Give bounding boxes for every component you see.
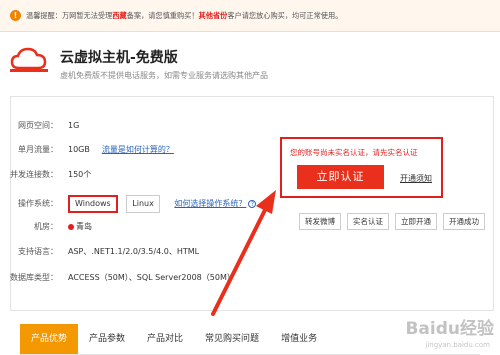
warning-icon: ! [10,10,21,21]
baidu-watermark: Baidu经验 [405,319,494,339]
spec-label: 网页空间： [18,121,58,130]
auth-message: 您的账号尚未实名认证，请先实名认证 [290,148,418,157]
page-title: 云虚拟主机-免费版 [60,50,178,66]
step-real-name-auth[interactable]: 实名认证 [347,213,389,230]
spec-value: 150个 [68,170,92,179]
verify-now-button[interactable]: 立即认证 [297,165,384,189]
spec-value: 青岛 [76,222,92,231]
spec-label: 支持语言： [18,247,58,256]
spec-value: ACCESS（50M）、SQL Server2008（50M） [68,273,235,282]
spec-row-datacenter: 机房： 青岛 [0,220,92,234]
notice-middle: 备案，请您慎重购买！ [126,10,199,20]
traffic-help-link[interactable]: 流量是如何计算的？ [102,145,174,154]
notice-prefix: 温馨提醒：万网暂无法受理 [26,10,113,20]
spec-row-os: 操作系统： Windows Linux 如何选择操作系统？? [0,193,257,215]
cloud-icon [10,47,48,72]
os-help-link[interactable]: 如何选择操作系统？ [174,199,246,208]
activation-steps: 转发微博 实名认证 立即开通 开通成功 [299,213,485,230]
spec-label: 并发连接数： [10,170,58,179]
notice-highlight-other: 其他省份 [198,10,228,20]
tab-faq[interactable]: 常见购买问题 [194,324,270,354]
spec-label: 机房： [34,222,58,231]
spec-label: 单月流量： [18,145,58,154]
spec-value: ASP、.NET1.1/2.0/3.5/4.0、HTML [68,247,200,256]
step-activation-success[interactable]: 开通成功 [443,213,485,230]
spec-label: 操作系统： [18,199,58,208]
notice-suffix: 客户请您放心购买，均可正常使用。 [227,10,343,20]
spec-value: 1G [68,121,80,130]
radio-selected-icon[interactable] [68,223,74,230]
step-activate-now[interactable]: 立即开通 [395,213,437,230]
notice-highlight-region: 西藏 [112,10,127,20]
tab-comparison[interactable]: 产品对比 [136,324,194,354]
activation-guide-link[interactable]: 开通须知 [400,173,432,184]
notice-bar: ! 温馨提醒：万网暂无法受理 西藏 备案，请您慎重购买！ 其他省份 客户请您放心… [0,0,500,32]
spec-label: 数据库类型： [10,273,58,282]
spec-row-connections: 并发连接数： 150个 [0,168,91,182]
help-icon[interactable]: ? [248,200,257,208]
spec-value: 10GB [68,145,90,154]
tab-parameters[interactable]: 产品参数 [78,324,136,354]
os-windows-button[interactable]: Windows [68,194,118,213]
spec-row-space: 网页空间： 1G [0,119,79,133]
product-header: 云虚拟主机-免费版 虚机免费版不提供电话服务，如需专业服务请选购其他产品 [10,42,370,102]
page-subtitle: 虚机免费版不提供电话服务，如需专业服务请选购其他产品 [60,71,268,80]
spec-row-traffic: 单月流量： 10GB 流量是如何计算的？ [0,143,174,157]
tab-advantages[interactable]: 产品优势 [20,324,79,354]
spec-row-languages: 支持语言： ASP、.NET1.1/2.0/3.5/4.0、HTML [0,245,199,259]
real-name-auth-box: 您的账号尚未实名认证，请先实名认证 立即认证 开通须知 [280,137,443,198]
step-share-weibo[interactable]: 转发微博 [299,213,341,230]
baidu-watermark-url: jingyan.baidu.com [425,341,490,349]
tab-value-added[interactable]: 增值业务 [270,324,328,354]
spec-row-database: 数据库类型： ACCESS（50M）、SQL Server2008（50M） [0,271,235,285]
os-linux-button[interactable]: Linux [126,194,160,213]
